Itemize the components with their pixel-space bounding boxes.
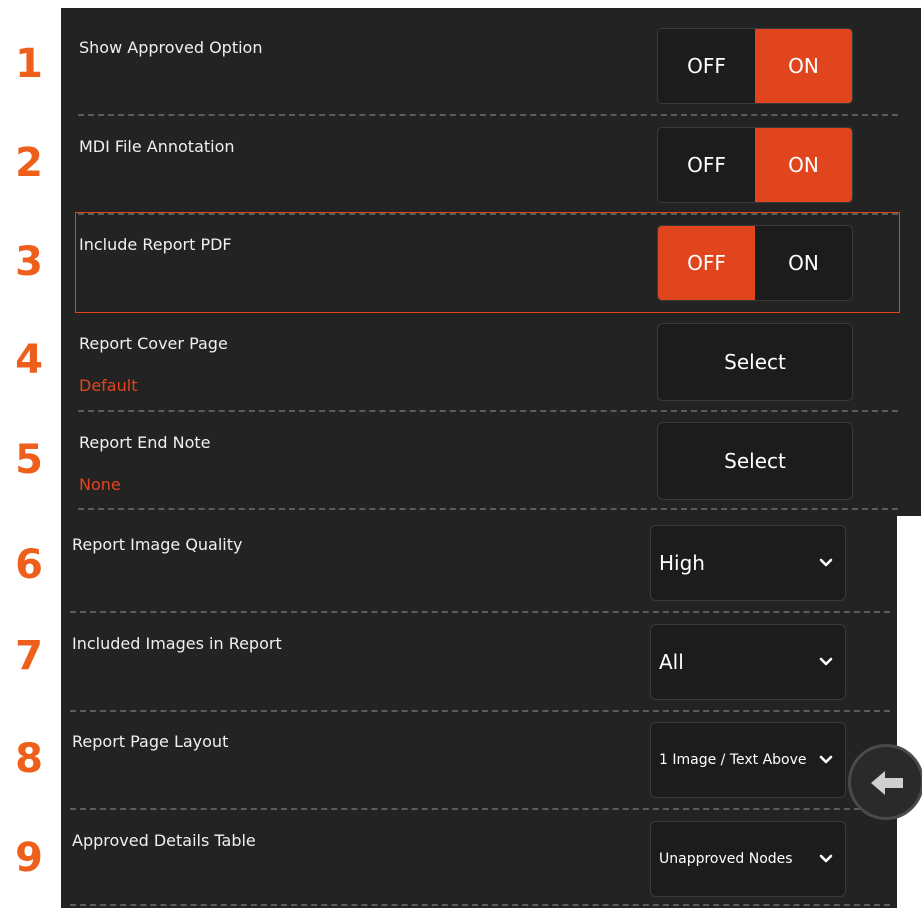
row-number-8: 8 <box>15 736 43 782</box>
row-number-1: 1 <box>15 41 43 87</box>
show-approved-option-label: Show Approved Option <box>79 38 263 57</box>
report-page-layout-label: Report Page Layout <box>72 732 229 751</box>
approved-details-table-dropdown[interactable]: Unapproved Nodes <box>650 821 846 897</box>
mdi-file-annotation-toggle: OFF ON <box>657 127 853 203</box>
report-end-note-select-button[interactable]: Select <box>657 422 853 500</box>
toggle-off-option[interactable]: OFF <box>658 226 755 300</box>
row-number-7: 7 <box>15 633 43 679</box>
mdi-file-annotation-label: MDI File Annotation <box>79 137 235 156</box>
row-divider <box>70 904 890 906</box>
row-divider <box>70 710 890 712</box>
include-report-pdf-toggle: OFF ON <box>657 225 853 301</box>
chevron-down-icon <box>819 854 833 863</box>
back-arrow-icon <box>871 771 903 795</box>
row-divider <box>78 508 898 510</box>
report-cover-page-value: Default <box>79 376 138 395</box>
toggle-on-option[interactable]: ON <box>755 226 852 300</box>
toggle-on-option[interactable]: ON <box>755 128 852 202</box>
report-end-note-label: Report End Note <box>79 433 211 452</box>
row-number-2: 2 <box>15 140 43 186</box>
report-image-quality-label: Report Image Quality <box>72 535 243 554</box>
row-divider <box>70 808 890 810</box>
row-number-3: 3 <box>15 239 43 285</box>
report-page-layout-dropdown[interactable]: 1 Image / Text Above <box>650 722 846 798</box>
dropdown-value: Unapproved Nodes <box>659 851 793 867</box>
include-report-pdf-label: Include Report PDF <box>79 235 232 254</box>
report-cover-page-label: Report Cover Page <box>79 334 228 353</box>
approved-details-table-label: Approved Details Table <box>72 831 256 850</box>
row-number-6: 6 <box>15 542 43 588</box>
row-divider <box>78 114 898 116</box>
dropdown-value: High <box>659 551 705 575</box>
chevron-down-icon <box>819 657 833 666</box>
report-end-note-value: None <box>79 475 121 494</box>
chevron-down-icon <box>819 755 833 764</box>
included-images-label: Included Images in Report <box>72 634 282 653</box>
dropdown-value: All <box>659 650 684 674</box>
row-divider <box>78 410 898 412</box>
chevron-down-icon <box>819 558 833 567</box>
toggle-off-option[interactable]: OFF <box>658 128 755 202</box>
dropdown-value: 1 Image / Text Above <box>659 752 807 768</box>
row-number-9: 9 <box>15 835 43 881</box>
row-number-4: 4 <box>15 337 43 383</box>
row-divider <box>70 611 890 613</box>
toggle-off-option[interactable]: OFF <box>658 29 755 103</box>
report-cover-page-select-button[interactable]: Select <box>657 323 853 401</box>
show-approved-option-toggle: OFF ON <box>657 28 853 104</box>
row-number-5: 5 <box>15 437 43 483</box>
toggle-on-option[interactable]: ON <box>755 29 852 103</box>
included-images-dropdown[interactable]: All <box>650 624 846 700</box>
report-image-quality-dropdown[interactable]: High <box>650 525 846 601</box>
back-button[interactable] <box>848 744 922 820</box>
